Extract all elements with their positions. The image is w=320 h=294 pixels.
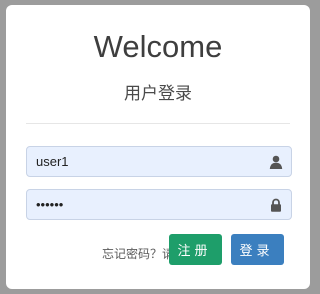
divider — [26, 123, 290, 124]
login-card: Welcome 用户登录 忘记密码？请点 这里 注册 登录 — [6, 5, 310, 289]
user-icon — [269, 155, 283, 169]
page-subtitle: 用户登录 — [124, 84, 192, 104]
password-field[interactable] — [26, 189, 292, 220]
page-title: Welcome — [93, 29, 223, 64]
register-button[interactable]: 注册 — [169, 234, 222, 265]
username-field[interactable] — [26, 146, 292, 177]
password-input[interactable] — [36, 190, 256, 219]
login-button[interactable]: 登录 — [231, 234, 284, 265]
lock-icon — [269, 198, 283, 212]
username-input[interactable] — [36, 147, 256, 176]
